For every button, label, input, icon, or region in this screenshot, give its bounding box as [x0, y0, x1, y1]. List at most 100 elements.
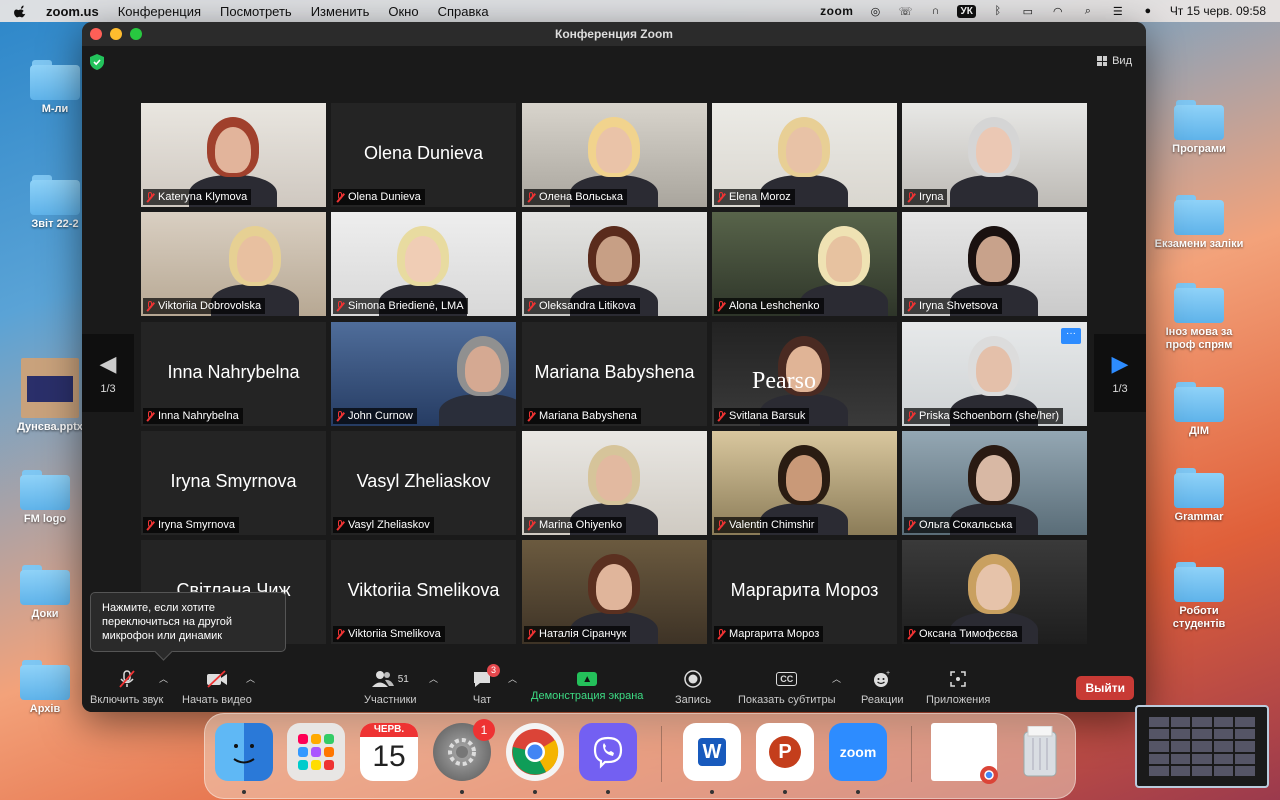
participant-tile[interactable]: Олена Вольська — [522, 103, 707, 207]
tile-more-options-button[interactable]: ··· — [1061, 328, 1081, 344]
participant-tile[interactable]: Oleksandra Litikova — [522, 212, 707, 316]
participant-tile[interactable]: Olena Dunieva Olena Dunieva — [331, 103, 516, 207]
calendar-icon[interactable]: ЧЕРВ. 15 — [360, 723, 418, 781]
search-icon[interactable]: ⌕ — [1080, 4, 1096, 18]
zoom-status-item[interactable]: zoom — [820, 4, 853, 18]
powerpoint-icon[interactable]: P — [756, 723, 814, 781]
window-title: Конференция Zoom — [555, 27, 673, 41]
reactions-button[interactable]: + Реакции — [861, 668, 904, 706]
apple-icon[interactable] — [14, 4, 28, 18]
menu-item-conference[interactable]: Конференция — [118, 4, 201, 19]
mic-muted-icon — [335, 410, 345, 422]
captions-button[interactable]: CC Показать субтитры — [738, 668, 836, 706]
arch-icon[interactable]: ∩ — [927, 4, 943, 18]
participants-button[interactable]: 51 Участники — [364, 668, 417, 706]
word-icon[interactable]: W — [683, 723, 741, 781]
desktop-folder-ekzameny[interactable]: Екзамени заліки — [1154, 195, 1244, 251]
participant-tile[interactable]: Viktoriia Smelikova Viktoriia Smelikova — [331, 540, 516, 644]
chat-button[interactable]: 3 Чат — [472, 664, 500, 706]
menu-item-window[interactable]: Окно — [388, 4, 418, 19]
participant-tile[interactable]: Inna Nahrybelna Inna Nahrybelna — [141, 322, 326, 426]
siri-icon[interactable]: ● — [1140, 4, 1156, 18]
wifi-icon[interactable]: ◠ — [1050, 4, 1066, 18]
trash-icon[interactable] — [1011, 723, 1069, 781]
share-screen-button[interactable]: ▲ Демонстрация экрана — [531, 668, 643, 702]
participant-tile[interactable]: Маргарита Мороз Маргарита Мороз — [712, 540, 897, 644]
unmute-button[interactable]: Включить звук — [90, 668, 163, 706]
bluetooth-icon[interactable]: ᛒ — [990, 4, 1006, 18]
video-options-caret-icon[interactable]: ︿ — [246, 672, 255, 685]
participant-tile[interactable]: Simona Briedienė, LMA — [331, 212, 516, 316]
participant-tile[interactable]: Valentin Chimshir — [712, 431, 897, 535]
participant-tile[interactable]: Iryna Smyrnova Iryna Smyrnova — [141, 431, 326, 535]
desktop-folder-doky[interactable]: Доки — [0, 565, 90, 621]
chat-caret-icon[interactable]: ︿ — [508, 672, 517, 685]
participant-tile[interactable]: Iryna Shvetsova — [902, 212, 1087, 316]
participant-display-name: Olena Dunieva — [363, 143, 484, 163]
desktop-folder-fm-logo[interactable]: FM logo — [0, 470, 90, 526]
chrome-icon[interactable] — [506, 723, 564, 781]
participant-name-label: Iryna Smyrnova — [143, 517, 240, 533]
menu-item-help[interactable]: Справка — [438, 4, 489, 19]
system-settings-icon[interactable]: 1 — [433, 719, 495, 781]
participant-tile[interactable]: Marina Ohiyenko — [522, 431, 707, 535]
participant-tile[interactable]: Наталія Сіранчук — [522, 540, 707, 644]
menu-app-name[interactable]: zoom.us — [46, 4, 99, 19]
desktop-folder-roboty[interactable]: Роботи студентів — [1154, 562, 1244, 631]
participant-tile[interactable]: Pearso Svitlana Barsuk — [712, 322, 897, 426]
desktop-folder-dim[interactable]: ДІМ — [1154, 382, 1244, 438]
zoom-app-icon[interactable]: zoom — [829, 723, 887, 781]
finder-icon[interactable] — [215, 723, 273, 781]
start-video-button[interactable]: Начать видео — [182, 668, 252, 706]
settings-badge: 1 — [473, 719, 495, 741]
participant-tile[interactable]: Kateryna Klymova — [141, 103, 326, 207]
captions-caret-icon[interactable]: ︿ — [832, 672, 841, 685]
participant-tile[interactable]: Alona Leshchenko — [712, 212, 897, 316]
participant-name-label: Маргарита Мороз — [714, 626, 824, 642]
battery-icon[interactable]: ▭ — [1020, 4, 1036, 18]
launchpad-icon[interactable] — [287, 723, 345, 781]
menu-item-view[interactable]: Посмотреть — [220, 4, 292, 19]
participant-tile[interactable]: Viktoriia Dobrovolska — [141, 212, 326, 316]
participant-tile[interactable]: Iryna — [902, 103, 1087, 207]
participant-name-label: Inna Nahrybelna — [143, 408, 243, 424]
desktop-folder-inoz-mova[interactable]: Іноз мова за проф спрям — [1154, 283, 1244, 352]
participant-tile[interactable]: Priska Schoenborn (she/her) ··· — [902, 322, 1087, 426]
participant-tile[interactable]: Ольга Сокальська — [902, 431, 1087, 535]
menu-datetime[interactable]: Чт 15 черв. 09:58 — [1170, 4, 1266, 18]
participant-tile[interactable]: Оксана Тимофєєва — [902, 540, 1087, 644]
mic-muted-icon — [906, 519, 916, 531]
window-titlebar[interactable]: Конференция Zoom — [82, 22, 1146, 46]
viber-icon[interactable] — [579, 723, 637, 781]
participant-display-name: Mariana Babyshena — [534, 362, 695, 382]
zoom-window-preview-thumbnail[interactable] — [1135, 705, 1269, 788]
next-page-button[interactable]: ▶ 1/3 — [1094, 334, 1146, 412]
participant-name-label: Priska Schoenborn (she/her) — [904, 408, 1064, 424]
participant-tile[interactable]: Vasyl Zheliaskov Vasyl Zheliaskov — [331, 431, 516, 535]
desktop-folder-grammar[interactable]: Grammar — [1154, 468, 1244, 524]
apps-icon — [949, 668, 967, 690]
viber-status-icon[interactable]: ☏ — [897, 4, 913, 18]
folder-icon — [1174, 382, 1224, 422]
participant-name-label: Оксана Тимофєєва — [904, 626, 1022, 642]
security-shield-icon[interactable] — [90, 54, 104, 70]
participant-display-name: Маргарита Мороз — [730, 580, 879, 600]
desktop-folder-programy[interactable]: Програми — [1154, 100, 1244, 156]
leave-meeting-button[interactable]: Выйти — [1076, 676, 1134, 700]
participants-caret-icon[interactable]: ︿ — [429, 672, 438, 685]
record-button[interactable]: Запись — [675, 668, 711, 706]
control-center-icon[interactable]: ☰ — [1110, 4, 1126, 18]
menu-bar: zoom.us Конференция Посмотреть Изменить … — [0, 0, 1280, 22]
audio-options-caret-icon[interactable]: ︿ — [159, 672, 168, 685]
view-button[interactable]: Вид — [1097, 55, 1132, 67]
participant-tile[interactable]: Mariana Babyshena Mariana Babyshena — [522, 322, 707, 426]
participant-tile[interactable]: John Curnow — [331, 322, 516, 426]
previous-page-button[interactable]: ◀ 1/3 — [82, 334, 134, 412]
creative-cloud-icon[interactable]: ◎ — [867, 4, 883, 18]
keyboard-layout-badge[interactable]: УК — [957, 4, 976, 18]
apps-button[interactable]: Приложения — [926, 668, 990, 706]
participant-tile[interactable]: Elena Moroz — [712, 103, 897, 207]
minimized-chrome-window-icon[interactable] — [931, 723, 998, 784]
menu-item-edit[interactable]: Изменить — [311, 4, 370, 19]
desktop-folder-arkhiv[interactable]: Архів — [0, 660, 90, 716]
